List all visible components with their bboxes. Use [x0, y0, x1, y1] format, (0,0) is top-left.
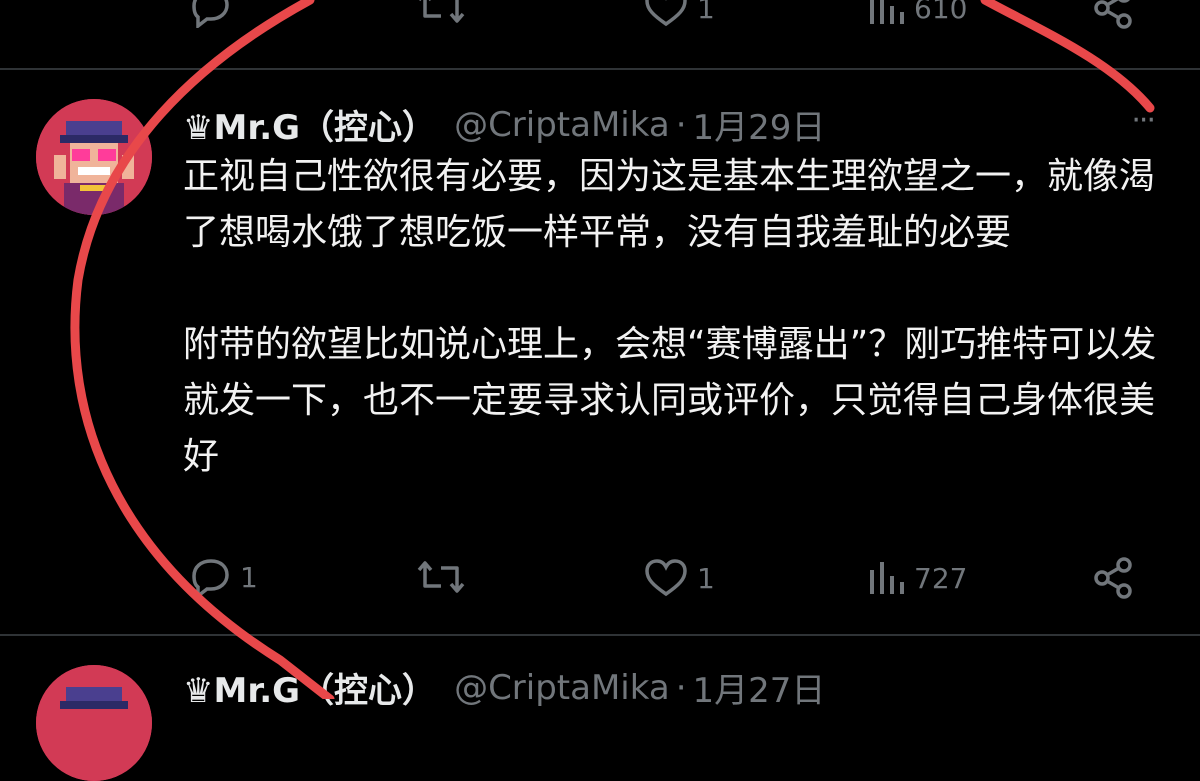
retweet-icon [417, 561, 465, 593]
avatar-image [36, 99, 152, 215]
reply-count: 1 [240, 560, 258, 594]
tweet-header: ♛Mr.G（控心） @CriptaMika · 1月29日 [183, 100, 825, 149]
tweet-paragraph-2: 附带的欲望比如说心理上，会想“赛博露出”？刚巧推特可以发就发一下，也不一定要寻求… [183, 324, 1157, 477]
share-icon [1094, 557, 1132, 599]
reply-icon [192, 0, 229, 28]
views-icon [870, 562, 904, 594]
like-button[interactable]: 1 [643, 558, 715, 598]
prev-reply-button[interactable] [186, 0, 240, 28]
like-icon [645, 559, 687, 597]
tweet-actions: 1 1 727 [0, 550, 1200, 610]
next-avatar[interactable] [36, 665, 152, 781]
prev-views-button[interactable]: 610 [866, 0, 967, 28]
like-count: 1 [697, 561, 715, 595]
like-icon [645, 0, 687, 27]
prev-retweet-button[interactable] [415, 0, 475, 28]
next-tweet-date[interactable]: 1月27日 [693, 663, 826, 712]
next-user-handle[interactable]: @CriptaMika [454, 668, 670, 708]
prev-tweet-actions: 1 610 [0, 0, 1200, 38]
prev-like-count: 1 [697, 0, 715, 25]
share-button[interactable] [1092, 556, 1136, 600]
next-display-name[interactable]: ♛Mr.G（控心） [183, 663, 436, 712]
prev-like-button[interactable]: 1 [643, 0, 715, 28]
user-handle[interactable]: @CriptaMika [454, 105, 670, 145]
share-icon [1094, 0, 1132, 29]
tweet-text: 正视自己性欲很有必要，因为这是基本生理欲望之一，就像渴了想喝水饿了想吃饭一样平常… [183, 149, 1163, 485]
display-name[interactable]: ♛Mr.G（控心） [183, 100, 436, 149]
reply-button[interactable]: 1 [186, 556, 258, 598]
retweet-button[interactable] [415, 556, 475, 598]
tweet-date[interactable]: 1月29日 [693, 100, 826, 149]
views-button[interactable]: 727 [866, 558, 967, 598]
views-icon [870, 0, 904, 24]
prev-views-count: 610 [914, 0, 968, 25]
retweet-icon [419, 0, 465, 23]
avatar[interactable] [36, 99, 152, 215]
prev-share-button[interactable] [1092, 0, 1136, 30]
tweet-divider [0, 68, 1200, 70]
next-separator-dot: · [675, 667, 687, 708]
separator-dot: · [675, 104, 687, 145]
views-count: 727 [914, 561, 968, 595]
next-tweet-header: ♛Mr.G（控心） @CriptaMika · 1月27日 [183, 663, 825, 712]
more-icon[interactable]: ··· [1131, 103, 1156, 138]
reply-icon [192, 559, 229, 598]
avatar-image [36, 665, 152, 781]
tweet-paragraph-1: 正视自己性欲很有必要，因为这是基本生理欲望之一，就像渴了想喝水饿了想吃饭一样平常… [183, 156, 1156, 253]
tweet-divider [0, 634, 1200, 636]
